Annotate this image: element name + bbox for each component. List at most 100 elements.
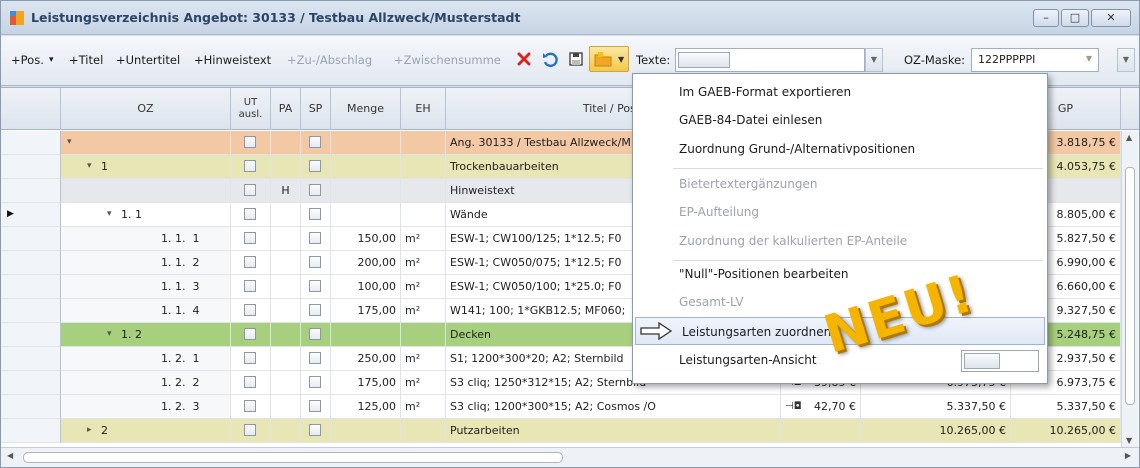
menge-cell[interactable] [331, 131, 401, 155]
menge-cell[interactable]: 100,00 [331, 275, 401, 299]
oz-cell[interactable]: ▾ 1. 2 [61, 323, 231, 347]
table-row[interactable]: 1. 2. 3 125,00 m² S3 cliq; 1200*300*15; A2;… [1, 395, 1139, 419]
ut-ausl-checkbox[interactable] [244, 424, 256, 436]
ut-ausl-checkbox-cell[interactable] [231, 179, 271, 203]
undo-icon[interactable] [541, 50, 559, 68]
expand-icon[interactable]: ▸ [87, 419, 92, 442]
ut-ausl-checkbox[interactable] [244, 256, 256, 268]
save-icon[interactable] [567, 50, 585, 68]
eh-cell[interactable]: m² [401, 299, 446, 323]
sp-checkbox-cell[interactable] [301, 203, 331, 227]
row-indicator[interactable] [1, 371, 61, 395]
row-indicator[interactable] [1, 395, 61, 419]
ep-cell[interactable]: ⊣◘ 42,70 € [781, 395, 861, 419]
menge-cell[interactable] [331, 179, 401, 203]
ut-ausl-checkbox[interactable] [244, 232, 256, 244]
toolbar-overflow-button[interactable]: ▼ [1117, 48, 1135, 72]
ut-ausl-checkbox[interactable] [244, 280, 256, 292]
eh-cell[interactable] [401, 179, 446, 203]
row-indicator[interactable] [1, 419, 61, 443]
eh-cell[interactable]: m² [401, 395, 446, 419]
row-indicator[interactable] [1, 299, 61, 323]
oz-cell[interactable]: 1. 1. 3 [61, 275, 231, 299]
oz-cell[interactable] [61, 179, 231, 203]
oz-cell[interactable]: 1. 1. 2 [61, 251, 231, 275]
ut-ausl-checkbox-cell[interactable] [231, 203, 271, 227]
sp-checkbox[interactable] [309, 304, 321, 316]
ut-ausl-checkbox-cell[interactable] [231, 227, 271, 251]
oz-cell[interactable]: 1. 2. 1 [61, 347, 231, 371]
oz-cell[interactable]: 1. 1. 1 [61, 227, 231, 251]
menu-item-alternative-assignment[interactable]: Zuordnung Grund-/Alternativpositionen [633, 135, 1047, 163]
add-note-button[interactable]: +Hinweistext [194, 53, 271, 67]
sp-checkbox-cell[interactable] [301, 395, 331, 419]
header-menge[interactable]: Menge [331, 88, 401, 130]
menge-cell[interactable]: 175,00 [331, 371, 401, 395]
horizontal-scrollbar[interactable]: ◀ ▶ [1, 447, 1139, 467]
row-indicator[interactable]: ▶ [1, 203, 61, 227]
row-indicator[interactable] [1, 323, 61, 347]
eh-cell[interactable]: m² [401, 371, 446, 395]
scroll-right-icon[interactable]: ▶ [1125, 451, 1131, 460]
add-subtitle-button[interactable]: +Untertitel [116, 53, 180, 67]
gp-cell[interactable]: 5.337,50 € [1011, 395, 1121, 419]
oz-cell[interactable]: ▾ [61, 131, 231, 155]
oz-cell[interactable]: 1. 1. 4 [61, 299, 231, 323]
oz-cell[interactable]: 1. 2. 2 [61, 371, 231, 395]
sp-checkbox[interactable] [309, 400, 321, 412]
scroll-down-icon[interactable]: ▼ [1126, 436, 1132, 445]
close-button[interactable]: ✕ [1091, 9, 1131, 27]
sp-checkbox[interactable] [309, 184, 321, 196]
ut-ausl-checkbox[interactable] [244, 304, 256, 316]
pa-cell[interactable] [271, 371, 301, 395]
ut-ausl-checkbox[interactable] [244, 184, 256, 196]
titel-cell[interactable]: Putzarbeiten [446, 419, 781, 443]
eh-cell[interactable] [401, 203, 446, 227]
eh-cell[interactable] [401, 155, 446, 179]
sp-checkbox[interactable] [309, 352, 321, 364]
menge-cell[interactable]: 150,00 [331, 227, 401, 251]
menge-cell[interactable]: 200,00 [331, 251, 401, 275]
scroll-left-icon[interactable]: ◀ [7, 451, 13, 460]
menge-cell[interactable] [331, 419, 401, 443]
ut-ausl-checkbox-cell[interactable] [231, 251, 271, 275]
pa-cell[interactable] [271, 251, 301, 275]
oz-mask-select[interactable]: 122PPPPPI ▼ [971, 48, 1099, 72]
sp-checkbox-cell[interactable] [301, 323, 331, 347]
pa-cell[interactable] [271, 323, 301, 347]
sp-checkbox[interactable] [309, 136, 321, 148]
sp-checkbox-cell[interactable] [301, 371, 331, 395]
titel-cell[interactable]: S3 cliq; 1200*300*15; A2; Cosmos /O [446, 395, 781, 419]
ut-ausl-checkbox-cell[interactable] [231, 347, 271, 371]
eh-cell[interactable] [401, 131, 446, 155]
menu-item-ep-split[interactable]: EP-Aufteilung [633, 198, 1047, 226]
menge-cell[interactable] [331, 155, 401, 179]
row-indicator[interactable] [1, 227, 61, 251]
oz-cell[interactable]: 1. 2. 3 [61, 395, 231, 419]
pa-cell[interactable] [271, 203, 301, 227]
pa-cell[interactable] [271, 395, 301, 419]
texte-field[interactable] [675, 48, 865, 72]
header-ut-ausl[interactable]: UT ausl. [231, 88, 271, 130]
eh-cell[interactable]: m² [401, 227, 446, 251]
add-surcharge-button[interactable]: +Zu-/Abschlag [287, 53, 372, 67]
oz-cell[interactable]: ▾ 1. 1 [61, 203, 231, 227]
gpmid-cell[interactable]: 10.265,00 € [861, 419, 1011, 443]
ut-ausl-checkbox[interactable] [244, 400, 256, 412]
sp-checkbox-cell[interactable] [301, 299, 331, 323]
pa-cell[interactable] [271, 227, 301, 251]
ut-ausl-checkbox-cell[interactable] [231, 299, 271, 323]
row-indicator[interactable] [1, 275, 61, 299]
ut-ausl-checkbox[interactable] [244, 208, 256, 220]
pa-cell[interactable] [271, 347, 301, 371]
menu-item-ep-shares[interactable]: Zuordnung der kalkulierten EP-Anteile [633, 227, 1047, 255]
sp-checkbox-cell[interactable] [301, 251, 331, 275]
eh-cell[interactable] [401, 323, 446, 347]
collapse-icon[interactable]: ▾ [87, 155, 92, 178]
sp-checkbox[interactable] [309, 160, 321, 172]
vertical-scroll-thumb[interactable] [1125, 167, 1135, 405]
ut-ausl-checkbox-cell[interactable] [231, 275, 271, 299]
collapse-icon[interactable]: ▾ [67, 131, 72, 154]
texte-toggle[interactable] [678, 52, 730, 68]
pa-cell[interactable] [271, 419, 301, 443]
